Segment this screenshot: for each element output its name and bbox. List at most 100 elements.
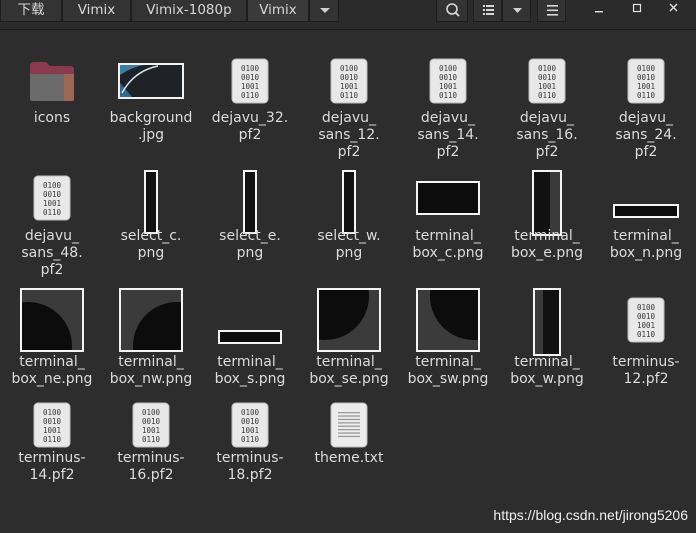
svg-text:0010: 0010 (637, 312, 656, 321)
file-item[interactable]: terminal_ box_ne.png (4, 284, 100, 387)
file-thumbnail (103, 170, 199, 234)
svg-text:0100: 0100 (241, 408, 260, 417)
search-button[interactable] (436, 0, 468, 22)
image-thumbnail-icon (20, 288, 84, 352)
file-item[interactable]: 0100 0010 1001 0110 dejavu_ sans_14. pf2 (400, 50, 496, 160)
svg-text:0110: 0110 (439, 91, 458, 100)
file-name-label: terminus- 16.pf2 (117, 450, 185, 483)
view-options-button[interactable] (502, 0, 531, 22)
breadcrumb-vimix[interactable]: Vimix (62, 0, 131, 22)
file-thumbnail: 0100 0010 1001 0110 (499, 58, 595, 104)
file-name-label: terminal_ box_s.png (214, 354, 286, 387)
minimize-button[interactable] (584, 0, 614, 22)
file-item[interactable]: select_e. png (202, 160, 298, 261)
svg-text:1001: 1001 (439, 82, 457, 91)
file-item[interactable]: background .jpg (103, 50, 199, 150)
svg-text:0010: 0010 (637, 73, 656, 82)
svg-text:0010: 0010 (241, 73, 260, 82)
file-thumbnail (499, 170, 595, 236)
svg-text:0110: 0110 (43, 435, 62, 444)
file-item[interactable]: terminal_ box_w.png (499, 284, 595, 387)
svg-text:0110: 0110 (241, 91, 260, 100)
file-item[interactable]: terminal_ box_n.png (598, 160, 694, 261)
file-name-label: dejavu_ sans_24. pf2 (615, 110, 677, 160)
binary-file-icon: 0100001010010110 (33, 402, 71, 448)
file-item[interactable]: 0100 0010 1001 0110 dejavu_ sans_16. pf2 (499, 50, 595, 160)
svg-text:0110: 0110 (637, 330, 656, 339)
main-menu-button[interactable] (537, 0, 566, 22)
file-thumbnail (202, 170, 298, 234)
breadcrumb-vimix-current[interactable]: Vimix (247, 0, 309, 22)
list-view-icon (483, 5, 494, 15)
file-thumbnail (301, 170, 397, 234)
svg-text:0010: 0010 (142, 417, 161, 426)
file-name-label: dejavu_32. pf2 (211, 110, 289, 143)
svg-text:1001: 1001 (637, 321, 655, 330)
close-button[interactable] (659, 0, 689, 22)
file-name-label: dejavu_ sans_12. pf2 (318, 110, 380, 160)
binary-file-icon: 0100001010010110 (627, 297, 665, 343)
image-thumbnail-icon (144, 170, 158, 234)
breadcrumb-vimix-1080p[interactable]: Vimix-1080p (131, 0, 247, 22)
svg-text:0110: 0110 (637, 91, 656, 100)
svg-text:0010: 0010 (538, 73, 557, 82)
text-file-icon (330, 402, 368, 448)
file-item[interactable]: 0100 0010 1001 0110 terminus- 18.pf2 (202, 392, 298, 492)
image-thumbnail-icon (119, 288, 183, 352)
file-item[interactable]: 0100 0010 1001 0110 dejavu_ sans_48. pf2 (4, 160, 100, 278)
file-name-label: terminal_ box_c.png (412, 228, 484, 261)
watermark: https://blog.csdn.net/jirong5206 (493, 507, 688, 523)
file-item[interactable]: terminal_ box_c.png (400, 160, 496, 261)
file-item[interactable]: 0100 0010 1001 0110 dejavu_32. pf2 (202, 50, 298, 150)
close-icon (669, 3, 678, 12)
maximize-icon (632, 3, 642, 13)
image-thumbnail-icon (416, 288, 480, 352)
svg-text:0100: 0100 (340, 64, 359, 73)
binary-file-icon: 0100001010010110 (330, 58, 368, 104)
folder-icon (30, 62, 74, 101)
svg-text:1001: 1001 (637, 82, 655, 91)
binary-file-icon: 0100001010010110 (429, 58, 467, 104)
file-item[interactable]: terminal_ box_se.png (301, 284, 397, 387)
svg-text:0100: 0100 (142, 408, 161, 417)
maximize-button[interactable] (622, 0, 652, 22)
breadcrumb-dropdown-button[interactable] (309, 0, 339, 22)
file-item[interactable]: 0100 0010 1001 0110 terminus- 16.pf2 (103, 392, 199, 492)
search-icon (446, 3, 460, 17)
file-item[interactable]: 0100 0010 1001 0110 dejavu_ sans_12. pf2 (301, 50, 397, 160)
file-item[interactable]: select_c. png (103, 160, 199, 261)
svg-text:0100: 0100 (538, 64, 557, 73)
file-item[interactable]: 0100 0010 1001 0110 terminus- 14.pf2 (4, 392, 100, 492)
file-item[interactable]: theme.txt (301, 392, 397, 492)
breadcrumb-downloads[interactable]: 下载 (0, 0, 62, 22)
file-thumbnail: 0100 0010 1001 0110 (598, 297, 694, 343)
file-name-label: icons (33, 110, 71, 126)
image-thumbnail-icon (218, 330, 282, 344)
view-mode-button[interactable] (473, 0, 502, 22)
file-name-label: terminal_ box_e.png (510, 228, 584, 261)
file-item[interactable]: 0100 0010 1001 0110 dejavu_ sans_24. pf2 (598, 50, 694, 160)
svg-text:0100: 0100 (637, 64, 656, 73)
file-item[interactable]: terminal_ box_nw.png (103, 284, 199, 387)
file-thumbnail (499, 288, 595, 356)
file-thumbnail (301, 402, 397, 448)
svg-text:0110: 0110 (43, 208, 62, 217)
svg-text:0100: 0100 (439, 64, 458, 73)
file-name-label: terminal_ box_w.png (510, 354, 584, 387)
file-item[interactable]: terminal_ box_e.png (499, 160, 595, 261)
svg-text:1001: 1001 (538, 82, 556, 91)
file-item[interactable]: terminal_ box_s.png (202, 284, 298, 387)
file-item[interactable]: select_w. png (301, 160, 397, 261)
file-thumbnail: 0100 0010 1001 0110 (202, 58, 298, 104)
file-name-label: terminal_ box_sw.png (407, 354, 489, 387)
file-item[interactable]: 0100 0010 1001 0110 terminus- 12.pf2 (598, 284, 694, 387)
file-item[interactable]: terminal_ box_sw.png (400, 284, 496, 387)
svg-text:1001: 1001 (340, 82, 358, 91)
svg-text:0110: 0110 (241, 435, 260, 444)
image-thumbnail-icon (317, 288, 381, 352)
binary-file-icon: 0100001010010110 (231, 58, 269, 104)
file-item[interactable]: icons (4, 50, 100, 150)
file-name-label: select_c. png (120, 228, 182, 261)
file-name-label: terminal_ box_se.png (309, 354, 389, 387)
binary-file-icon: 0100001010010110 (231, 402, 269, 448)
